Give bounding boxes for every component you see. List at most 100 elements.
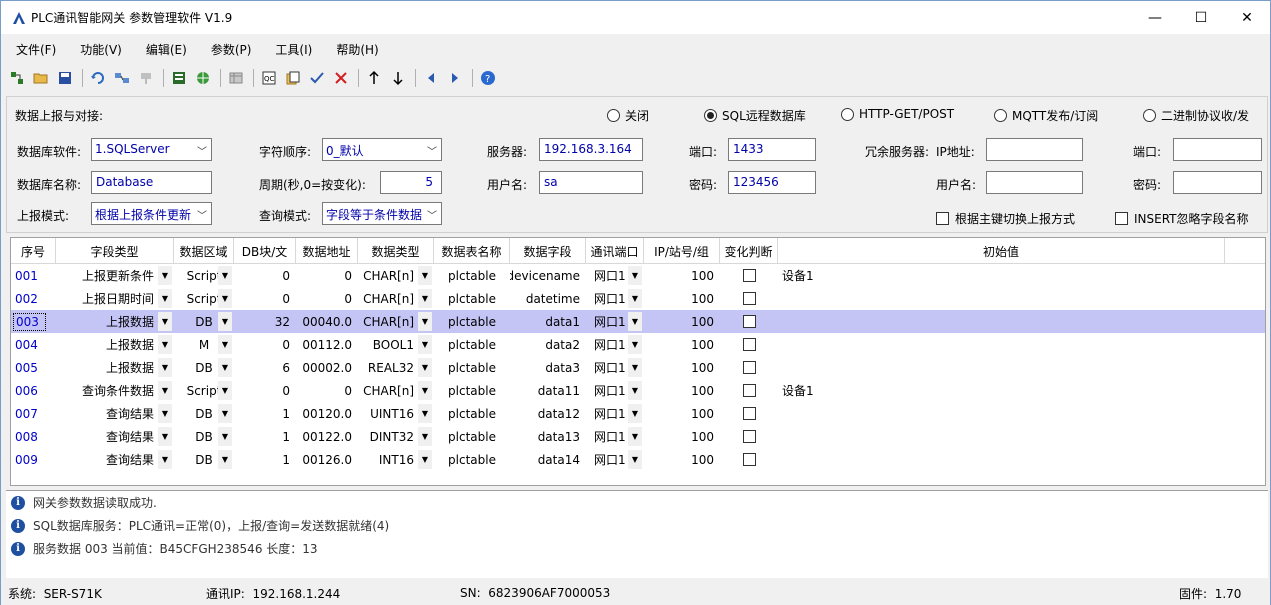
menu-file[interactable]: 文件(F)	[1, 41, 65, 58]
cell-data-field[interactable]: data3	[510, 356, 586, 379]
cell-comm-port[interactable]: 网口1 ▼	[586, 356, 644, 379]
cell-field-type[interactable]: 上报数据 ▼	[56, 356, 174, 379]
user-input[interactable]: sa	[539, 171, 643, 194]
cell-db-block[interactable]: 1	[234, 425, 296, 448]
cell-db-block[interactable]: 1	[234, 448, 296, 471]
delete-icon[interactable]	[330, 67, 352, 89]
cell-seq[interactable]: 004	[11, 333, 56, 356]
dropdown-arrow-icon[interactable]: ▼	[628, 358, 642, 377]
table-row[interactable]: 003 上报数据 ▼ DB ▼ 32 00040.0 CHAR[n] ▼ plctable data…	[11, 310, 1265, 333]
change-checkbox[interactable]	[742, 338, 756, 351]
menu-edit[interactable]: 编辑(E)	[131, 41, 196, 58]
change-checkbox[interactable]	[742, 292, 756, 305]
dropdown-arrow-icon[interactable]: ▼	[158, 358, 172, 377]
cell-data-field[interactable]: data2	[510, 333, 586, 356]
period-input[interactable]: 5	[380, 171, 442, 194]
cell-station[interactable]: 100	[644, 379, 720, 402]
column-header-data-field[interactable]: 数据字段	[510, 238, 586, 264]
cell-data-field[interactable]: data13	[510, 425, 586, 448]
column-header-change-check[interactable]: 变化判断	[720, 238, 778, 264]
column-header-table-name[interactable]: 数据表名称	[434, 238, 510, 264]
cell-comm-port[interactable]: 网口1 ▼	[586, 287, 644, 310]
cell-data-field[interactable]: datetime	[510, 287, 586, 310]
column-header-initial-value[interactable]: 初始值	[778, 238, 1225, 264]
column-header-field-type[interactable]: 字段类型	[56, 238, 174, 264]
save-icon[interactable]	[54, 67, 76, 89]
cell-data-address[interactable]: 00120.0	[296, 402, 358, 425]
cell-station[interactable]: 100	[644, 448, 720, 471]
cell-station[interactable]: 100	[644, 264, 720, 287]
cell-seq[interactable]: 006	[11, 379, 56, 402]
menu-tools[interactable]: 工具(I)	[260, 41, 321, 58]
radio-mode-off[interactable]: 关闭	[607, 107, 649, 124]
byte-order-select[interactable]: 0_默认 ﹀	[322, 138, 442, 161]
cell-table-name[interactable]: plctable	[434, 310, 510, 333]
cell-data-address[interactable]: 0	[296, 264, 358, 287]
cell-data-type[interactable]: CHAR[n] ▼	[358, 264, 434, 287]
cell-table-name[interactable]: plctable	[434, 402, 510, 425]
cell-db-block[interactable]: 0	[234, 333, 296, 356]
column-header-data-address[interactable]: 数据地址	[296, 238, 358, 264]
cell-data-area[interactable]: DB ▼	[174, 425, 234, 448]
help-icon[interactable]: ?	[477, 67, 499, 89]
cell-change-check[interactable]	[720, 356, 778, 379]
menu-help[interactable]: 帮助(H)	[321, 41, 387, 58]
table-row[interactable]: 002 上报日期时间 ▼ Script ▼ 0 0 CHAR[n] ▼ plctable datet…	[11, 287, 1265, 310]
dropdown-arrow-icon[interactable]: ▼	[158, 404, 172, 423]
dropdown-arrow-icon[interactable]: ▼	[418, 266, 432, 285]
dropdown-arrow-icon[interactable]: ▼	[418, 381, 432, 400]
cell-db-block[interactable]: 32	[234, 310, 296, 333]
dropdown-arrow-icon[interactable]: ▼	[628, 381, 642, 400]
cell-field-type[interactable]: 查询结果 ▼	[56, 402, 174, 425]
dropdown-arrow-icon[interactable]: ▼	[158, 381, 172, 400]
table-row[interactable]: 008 查询结果 ▼ DB ▼ 1 00122.0 DINT32 ▼ plctable data13…	[11, 425, 1265, 448]
dropdown-arrow-icon[interactable]: ▼	[218, 312, 232, 331]
dropdown-arrow-icon[interactable]: ▼	[628, 289, 642, 308]
cell-comm-port[interactable]: 网口1 ▼	[586, 264, 644, 287]
down-arrow-icon[interactable]	[387, 67, 409, 89]
cell-data-area[interactable]: Script ▼	[174, 379, 234, 402]
column-header-seq[interactable]: 序号	[11, 238, 56, 264]
menu-params[interactable]: 参数(P)	[196, 41, 261, 58]
server-input[interactable]: 192.168.3.164	[539, 138, 643, 161]
dropdown-arrow-icon[interactable]: ▼	[418, 427, 432, 446]
cell-data-field[interactable]: data11	[510, 379, 586, 402]
cell-db-block[interactable]: 0	[234, 264, 296, 287]
cell-station[interactable]: 100	[644, 310, 720, 333]
dropdown-arrow-icon[interactable]: ▼	[218, 381, 232, 400]
cell-initial-value[interactable]: 设备1	[778, 379, 1225, 402]
cell-field-type[interactable]: 查询结果 ▼	[56, 425, 174, 448]
dropdown-arrow-icon[interactable]: ▼	[158, 289, 172, 308]
redundant-password-input[interactable]	[1173, 171, 1262, 194]
cell-station[interactable]: 100	[644, 356, 720, 379]
table-row[interactable]: 006 查询条件数据 ▼ Script ▼ 0 0 CHAR[n] ▼ plctable data1…	[11, 379, 1265, 402]
dropdown-arrow-icon[interactable]: ▼	[628, 404, 642, 423]
table-row[interactable]: 007 查询结果 ▼ DB ▼ 1 00120.0 UINT16 ▼ plctable data12…	[11, 402, 1265, 425]
dropdown-arrow-icon[interactable]: ▼	[158, 335, 172, 354]
change-checkbox[interactable]	[742, 453, 756, 466]
cell-field-type[interactable]: 上报数据 ▼	[56, 310, 174, 333]
dropdown-arrow-icon[interactable]: ▼	[418, 312, 432, 331]
redundant-port-input[interactable]	[1173, 138, 1262, 161]
up-arrow-icon[interactable]	[363, 67, 385, 89]
cell-seq[interactable]: 009	[11, 448, 56, 471]
cell-initial-value[interactable]	[778, 356, 1225, 379]
open-folder-icon[interactable]	[30, 67, 52, 89]
cell-change-check[interactable]	[720, 425, 778, 448]
cell-seq[interactable]: 003	[11, 310, 56, 333]
menu-function[interactable]: 功能(V)	[65, 41, 131, 58]
key-switch-checkbox[interactable]: 根据主键切换上报方式	[936, 210, 1075, 227]
cell-comm-port[interactable]: 网口1 ▼	[586, 448, 644, 471]
dropdown-arrow-icon[interactable]: ▼	[418, 404, 432, 423]
cell-field-type[interactable]: 上报更新条件 ▼	[56, 264, 174, 287]
password-input[interactable]: 123456	[728, 171, 816, 194]
cell-station[interactable]: 100	[644, 402, 720, 425]
cell-data-type[interactable]: BOOL1 ▼	[358, 333, 434, 356]
right-arrow-icon[interactable]	[444, 67, 466, 89]
table-row[interactable]: 004 上报数据 ▼ M ▼ 0 00112.0 BOOL1 ▼ plctable data2 网口1…	[11, 333, 1265, 356]
cell-comm-port[interactable]: 网口1 ▼	[586, 379, 644, 402]
cell-station[interactable]: 100	[644, 287, 720, 310]
cell-data-address[interactable]: 0	[296, 287, 358, 310]
column-header-comm-port[interactable]: 通讯端口	[586, 238, 644, 264]
change-checkbox[interactable]	[742, 361, 756, 374]
